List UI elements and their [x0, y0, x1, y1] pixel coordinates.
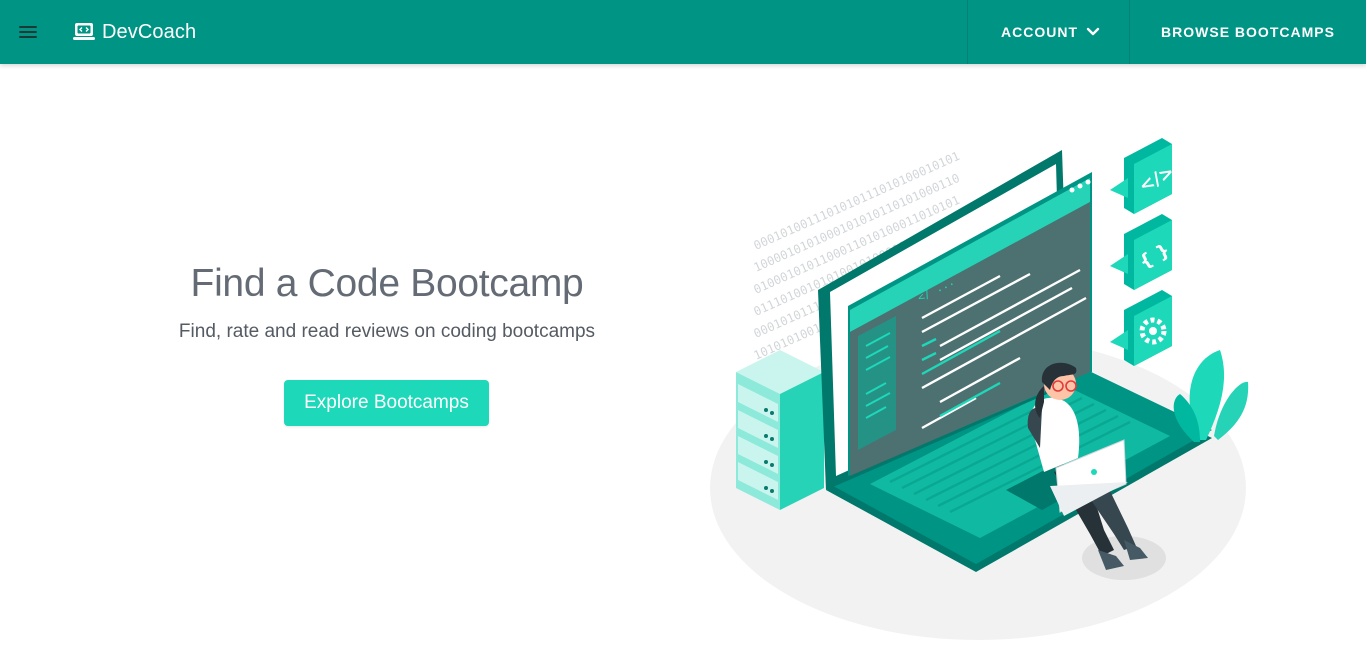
gear-block-icon [1110, 290, 1172, 366]
explore-bootcamps-button[interactable]: Explore Bootcamps [284, 380, 489, 426]
braces-block-icon: { } [1110, 214, 1174, 290]
browse-bootcamps-link[interactable]: BROWSE BOOTCAMPS [1129, 0, 1366, 64]
hamburger-menu-icon[interactable] [14, 18, 42, 46]
browse-label: BROWSE BOOTCAMPS [1161, 24, 1335, 40]
laptop-code-icon [73, 23, 95, 40]
account-menu[interactable]: ACCOUNT [967, 0, 1129, 64]
brand-logo[interactable]: DevCoach [72, 0, 196, 64]
code-tag-block-icon: </> [1110, 138, 1178, 214]
coding-illustration: 0001010011101010111010100010101 10000101… [710, 138, 1249, 640]
top-navbar: DevCoach ACCOUNT BROWSE BOOTCAMPS [0, 0, 1366, 64]
chevron-down-icon [1086, 27, 1100, 36]
hero-title: Find a Code Bootcamp [190, 262, 584, 305]
hero-subtitle: Find, rate and read reviews on coding bo… [178, 321, 596, 342]
brand-name: DevCoach [102, 20, 197, 43]
account-label: ACCOUNT [1001, 24, 1078, 40]
nav-links: ACCOUNT BROWSE BOOTCAMPS [967, 0, 1366, 64]
server-stack [736, 350, 824, 510]
